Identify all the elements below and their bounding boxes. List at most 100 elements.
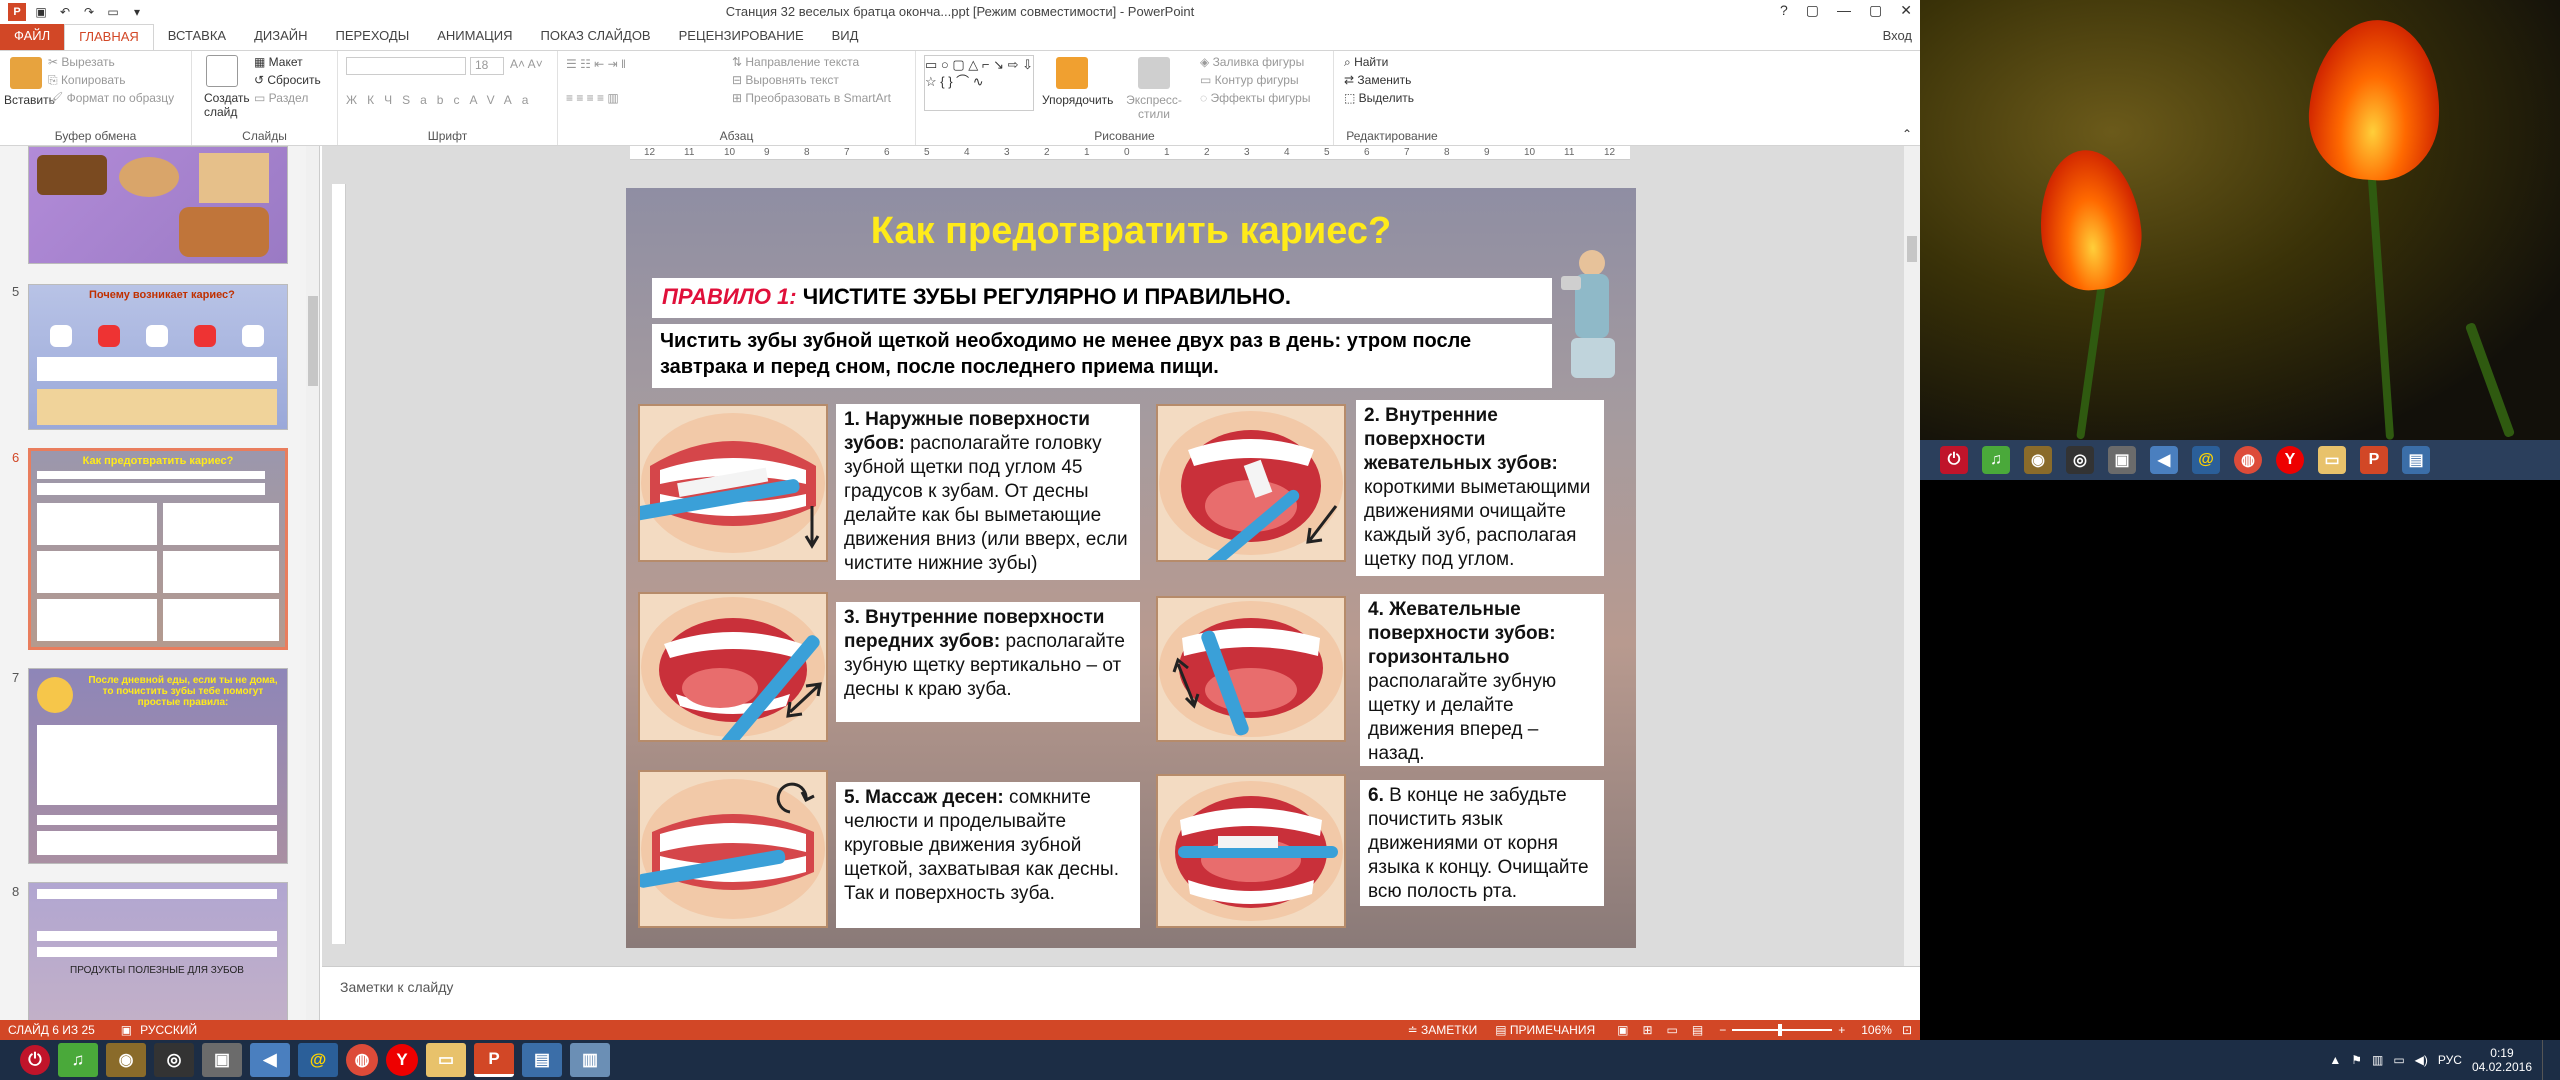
strike-button[interactable]: abc bbox=[420, 93, 469, 107]
tab-animation[interactable]: АНИМАЦИЯ bbox=[423, 24, 526, 50]
bold-button[interactable]: Ж bbox=[346, 93, 367, 107]
yandex-icon[interactable]: Y bbox=[2276, 446, 2304, 474]
rule-heading[interactable]: ПРАВИЛО 1: ЧИСТИТЕ ЗУБЫ РЕГУЛЯРНО И ПРАВ… bbox=[652, 278, 1552, 318]
layout-button[interactable]: ▦ Макет bbox=[254, 55, 303, 69]
slide-title[interactable]: Как предотвратить кариес? bbox=[626, 210, 1636, 253]
battery-icon[interactable]: ▭ bbox=[2393, 1053, 2404, 1067]
intro-text[interactable]: Чистить зубы зубной щеткой необходимо не… bbox=[652, 324, 1552, 388]
thumbnail-slide-5[interactable]: Почему возникает кариес? bbox=[28, 284, 288, 430]
grow-font-icon[interactable]: A˄ A˅ bbox=[510, 57, 543, 71]
font-format-buttons[interactable]: ЖКЧSabcAVAa bbox=[346, 93, 538, 107]
tab-design[interactable]: ДИЗАЙН bbox=[240, 24, 321, 50]
align-buttons[interactable]: ≡ ≡ ≡ ≡ ▥ bbox=[566, 91, 619, 105]
music-icon[interactable]: ♫ bbox=[58, 1043, 98, 1077]
window-icon[interactable]: ▤ bbox=[2402, 446, 2430, 474]
window-icon-2[interactable]: ▥ bbox=[570, 1043, 610, 1077]
zoom-in-button[interactable]: + bbox=[1838, 1023, 1845, 1037]
zoom-slider[interactable] bbox=[1732, 1024, 1833, 1036]
normal-view-icon[interactable]: ▣ bbox=[1617, 1023, 1628, 1037]
network-icon[interactable]: ▥ bbox=[2372, 1053, 2383, 1067]
copy-button[interactable]: ⎘ Копировать bbox=[48, 73, 126, 88]
reading-view-icon[interactable]: ▭ bbox=[1667, 1023, 1678, 1037]
underline-button[interactable]: Ч bbox=[384, 93, 402, 107]
tab-view[interactable]: ВИД bbox=[818, 24, 873, 50]
section-button[interactable]: ▭ Раздел bbox=[254, 91, 308, 105]
game-icon[interactable]: ◉ bbox=[2024, 446, 2052, 474]
notes-toggle[interactable]: ≐ ЗАМЕТКИ bbox=[1408, 1023, 1478, 1037]
slideshow-view-icon[interactable]: ▤ bbox=[1692, 1023, 1703, 1037]
thumbnails-scrollbar[interactable] bbox=[306, 146, 319, 1020]
list-buttons[interactable]: ☰ ☷ ⇤ ⇥ ‖ bbox=[566, 57, 626, 71]
new-slide-icon[interactable] bbox=[206, 55, 238, 87]
language-indicator[interactable]: РУССКИЙ bbox=[140, 1023, 197, 1037]
shadow-button[interactable]: S bbox=[402, 93, 420, 107]
zoom-out-button[interactable]: − bbox=[1719, 1023, 1726, 1037]
new-slide-button[interactable]: Создать слайд bbox=[204, 91, 250, 119]
paste-icon[interactable] bbox=[10, 57, 42, 89]
tab-slideshow[interactable]: ПОКАЗ СЛАЙДОВ bbox=[527, 24, 665, 50]
slideshow-icon[interactable]: ▭ bbox=[104, 3, 122, 21]
arrange-button[interactable]: Упорядочить bbox=[1042, 93, 1113, 107]
quick-styles-button[interactable]: Экспресс-стили bbox=[1122, 93, 1186, 121]
sign-in-link[interactable]: Вход bbox=[1883, 28, 1912, 43]
media-icon[interactable]: ▣ bbox=[2108, 446, 2136, 474]
chrome-icon[interactable]: ◍ bbox=[2234, 446, 2262, 474]
customize-qat-icon[interactable]: ▾ bbox=[128, 3, 146, 21]
close-button[interactable]: ✕ bbox=[1900, 2, 1912, 19]
tab-transitions[interactable]: ПЕРЕХОДЫ bbox=[322, 24, 424, 50]
tip-6[interactable]: 6. В конце не забудьте почистить язык дв… bbox=[1360, 780, 1604, 906]
text-direction-button[interactable]: ⇅ Направление текста bbox=[732, 55, 859, 69]
quick-styles-icon[interactable] bbox=[1138, 57, 1170, 89]
spellcheck-icon[interactable]: ▣ bbox=[121, 1023, 132, 1037]
mail-icon[interactable]: @ bbox=[2192, 446, 2220, 474]
undo-icon[interactable]: ↶ bbox=[56, 3, 74, 21]
find-button[interactable]: ⌕ Найти bbox=[1344, 55, 1388, 70]
tab-file[interactable]: ФАЙЛ bbox=[0, 24, 65, 50]
yandex-icon[interactable]: Y bbox=[386, 1044, 418, 1076]
window-icon[interactable]: ▤ bbox=[522, 1043, 562, 1077]
format-painter-button[interactable]: 🖌 Формат по образцу bbox=[48, 91, 174, 105]
game-icon[interactable]: ◉ bbox=[106, 1043, 146, 1077]
tip-1[interactable]: 1. Наружные поверхности зубов: располага… bbox=[836, 404, 1140, 580]
help-button[interactable]: ? bbox=[1780, 2, 1788, 19]
thumbnail-slide-6[interactable]: Как предотвратить кариес? bbox=[28, 448, 288, 650]
clock[interactable]: 0:19 04.02.2016 bbox=[2472, 1046, 2532, 1074]
volume-icon[interactable]: ◀ bbox=[2150, 446, 2178, 474]
thumbnail-slide-8[interactable]: ПРОДУКТЫ ПОЛЕЗНЫЕ ДЛЯ ЗУБОВ bbox=[28, 882, 288, 1020]
fit-slide-icon[interactable]: ⊡ bbox=[1902, 1023, 1912, 1037]
tip-4[interactable]: 4. Жевательные поверхности зубов: горизо… bbox=[1360, 594, 1604, 766]
comments-toggle[interactable]: ▤ ПРИМЕЧАНИЯ bbox=[1495, 1023, 1595, 1037]
arrange-icon[interactable] bbox=[1056, 57, 1088, 89]
tab-home[interactable]: ГЛАВНАЯ bbox=[64, 24, 154, 50]
replace-button[interactable]: ⇄ Заменить bbox=[1344, 73, 1411, 87]
sound-icon[interactable]: ◀) bbox=[2415, 1053, 2428, 1067]
powerpoint-icon[interactable]: P bbox=[2360, 446, 2388, 474]
notes-pane[interactable]: Заметки к слайду bbox=[322, 966, 1920, 1020]
speaker-icon[interactable]: ◎ bbox=[2066, 446, 2094, 474]
folder-icon[interactable]: ▭ bbox=[426, 1043, 466, 1077]
shape-outline-button[interactable]: ▭ Контур фигуры bbox=[1200, 73, 1299, 87]
tray-arrow-icon[interactable]: ▲ bbox=[2329, 1053, 2341, 1067]
reset-button[interactable]: ↺ Сбросить bbox=[254, 73, 321, 87]
shapes-gallery[interactable]: ▭ ○ ▢ △ ⌐ ↘ ⇨ ⇩ ☆ { } ⌒ ∿ bbox=[924, 55, 1034, 111]
speaker-icon[interactable]: ◎ bbox=[154, 1043, 194, 1077]
chrome-icon[interactable]: ◍ bbox=[346, 1044, 378, 1076]
collapse-ribbon-icon[interactable]: ⌃ bbox=[1902, 127, 1912, 141]
shape-fill-button[interactable]: ◈ Заливка фигуры bbox=[1200, 55, 1304, 69]
slide-scrollbar[interactable] bbox=[1904, 146, 1920, 966]
zoom-level[interactable]: 106% bbox=[1861, 1023, 1892, 1037]
font-name-input[interactable] bbox=[346, 57, 466, 75]
thumbnail-slide-7[interactable]: После дневной еды, если ты не дома, то п… bbox=[28, 668, 288, 864]
media-icon[interactable]: ▣ bbox=[202, 1043, 242, 1077]
cut-button[interactable]: ✂ Вырезать bbox=[48, 55, 115, 69]
tip-3[interactable]: 3. Внутренние поверхности передних зубов… bbox=[836, 602, 1140, 722]
slide-counter[interactable]: СЛАЙД 6 ИЗ 25 bbox=[8, 1023, 95, 1037]
slide-canvas[interactable]: Как предотвратить кариес? ПРАВИЛО 1: ЧИС… bbox=[626, 188, 1636, 948]
tab-review[interactable]: РЕЦЕНЗИРОВАНИЕ bbox=[665, 24, 818, 50]
mail-icon[interactable]: @ bbox=[298, 1043, 338, 1077]
select-button[interactable]: ⬚ Выделить bbox=[1344, 91, 1414, 105]
case-button[interactable]: Aa bbox=[504, 93, 539, 107]
slide-sorter-icon[interactable]: ⊞ bbox=[1642, 1023, 1652, 1037]
align-text-button[interactable]: ⊟ Выровнять текст bbox=[732, 73, 839, 87]
redo-icon[interactable]: ↷ bbox=[80, 3, 98, 21]
